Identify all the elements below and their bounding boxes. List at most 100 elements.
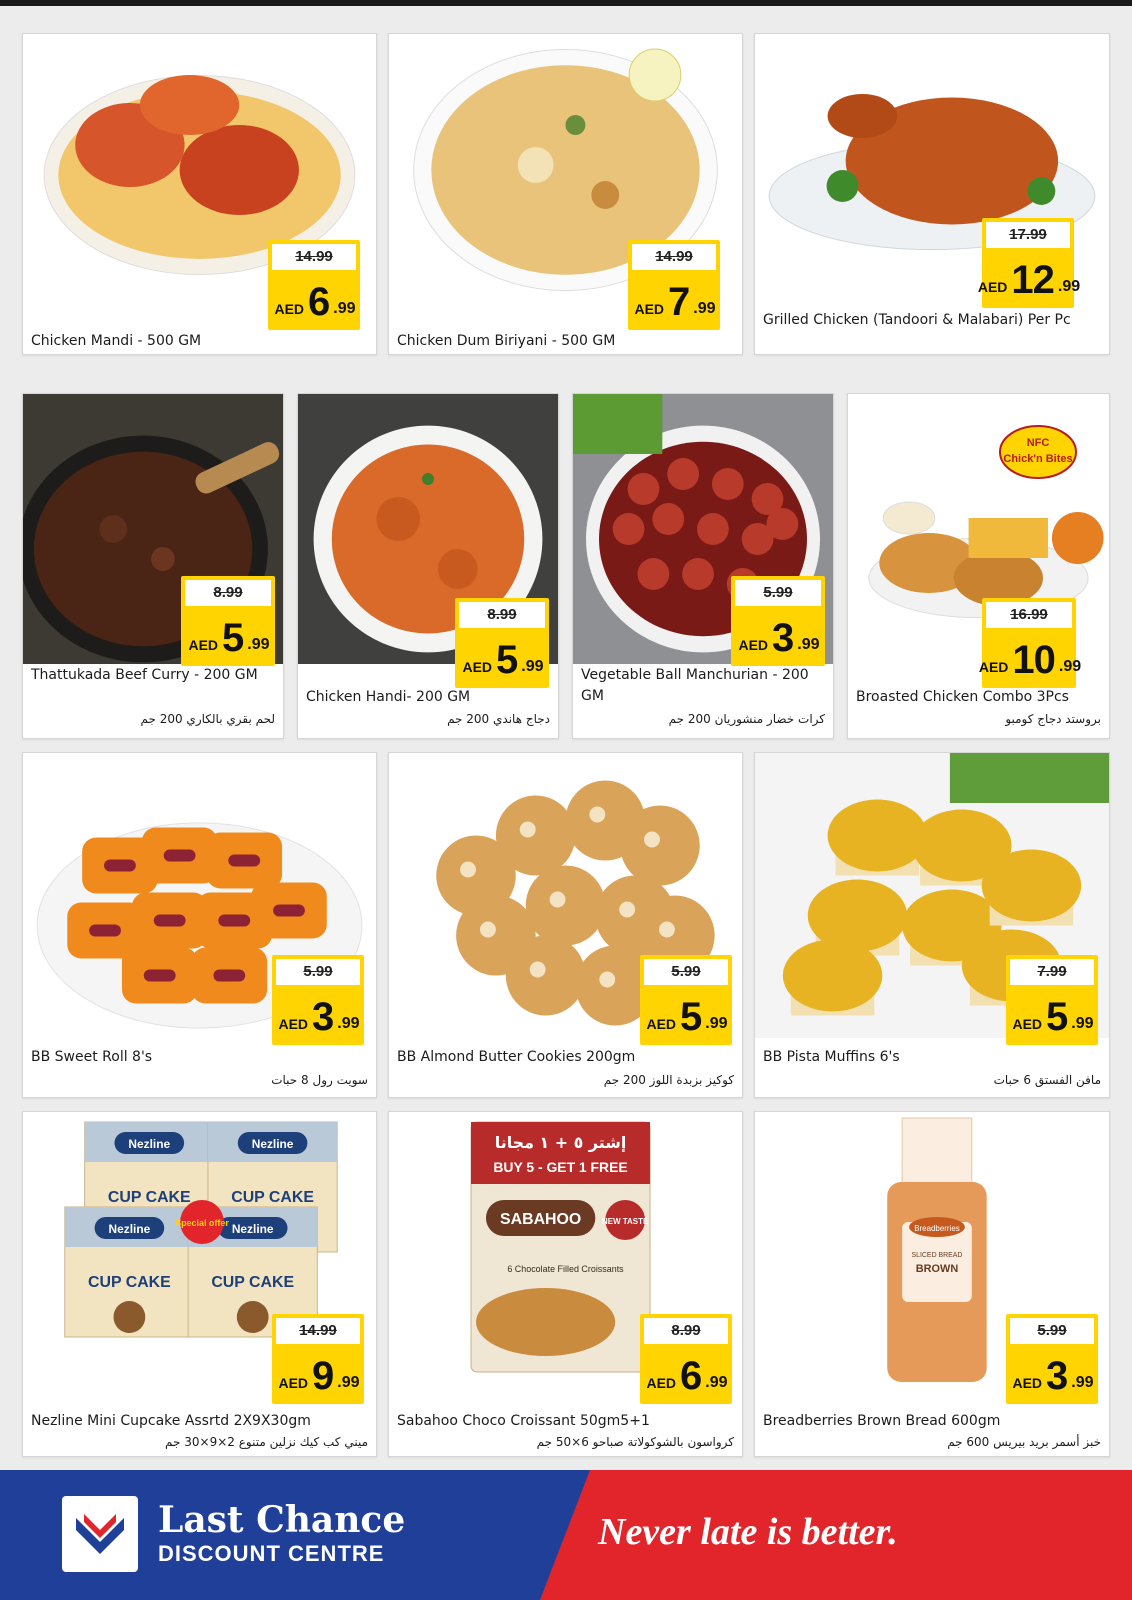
price-fraction: .99: [337, 1015, 360, 1032]
old-price: 8.99: [185, 580, 271, 606]
product-name: Thattukada Beef Curry - 200 GM: [31, 667, 258, 683]
svg-text:NEW TASTE: NEW TASTE: [602, 1217, 648, 1226]
slogan: Never late is better.: [598, 1511, 898, 1553]
product-name-arabic-row: لحم بقري بالكاري 200 جم: [31, 710, 275, 728]
old-price: 7.99: [1010, 959, 1094, 985]
price-tag: 16.99 AED 10 .99: [979, 598, 1081, 688]
product-name-arabic-row: ميني كب كيك نزلين متنوع 2×9×30 جم: [31, 1433, 368, 1451]
product-card[interactable]: Breadberries SLICED BREAD BROWN Breadberr…: [754, 1111, 1110, 1457]
svg-text:Nezline: Nezline: [128, 1137, 170, 1151]
product-name: Chicken Handi- 200 GM: [306, 689, 471, 705]
price-tag: 5.99 AED 3 .99: [272, 955, 364, 1045]
currency-label: AED: [738, 637, 769, 653]
currency-label: AED: [634, 301, 665, 317]
price-fraction: .99: [693, 300, 716, 317]
price-tag: 5.99 AED 5 .99: [640, 955, 732, 1045]
brand-badge-icon: NFC Chick'n Bites: [998, 416, 1078, 482]
product-card[interactable]: BB Almond Butter Cookies 200gm كوكيز بزبد…: [388, 752, 743, 1098]
svg-text:CUP CAKE: CUP CAKE: [108, 1189, 191, 1206]
product-name-arabic-row: كرواسون بالشوكولاتة صباحو 6×50 جم: [397, 1433, 734, 1451]
product-name-arabic: لحم بقري بالكاري 200 جم: [140, 712, 275, 726]
svg-text:Special offer: Special offer: [175, 1218, 229, 1228]
currency-label: AED: [646, 1016, 677, 1032]
svg-text:NFC: NFC: [1027, 437, 1050, 449]
price-tag: 5.99 AED 3 .99: [731, 576, 825, 666]
new-price: AED 9 .99: [278, 1354, 360, 1398]
price-whole: 3: [772, 616, 794, 660]
currency-label: AED: [278, 1375, 309, 1391]
price-whole: 5: [680, 995, 702, 1039]
product-name: Sabahoo Choco Croissant 50gm5+1: [397, 1413, 650, 1429]
price-fraction: .99: [705, 1374, 728, 1391]
svg-text:CUP CAKE: CUP CAKE: [231, 1189, 314, 1206]
old-price: 5.99: [735, 580, 821, 606]
svg-text:Breadberries: Breadberries: [914, 1224, 960, 1233]
price-tag: 5.99 AED 3 .99: [1006, 1314, 1098, 1404]
price-fraction: .99: [1071, 1015, 1094, 1032]
product-name-arabic-row: بروستد دجاج كومبو: [856, 710, 1101, 728]
price-fraction: .99: [521, 658, 544, 675]
svg-text:إشتر ٥ + ١ مجانا: إشتر ٥ + ١ مجانا: [495, 1133, 627, 1152]
old-price: 17.99: [986, 222, 1070, 248]
price-whole: 5: [222, 616, 244, 660]
footer-banner: Last Chance DISCOUNT CENTRE Never late i…: [0, 1470, 1132, 1600]
product-name-arabic-row: كرات خضار منشوريان 200 جم: [581, 710, 825, 728]
old-price: 8.99: [644, 1318, 728, 1344]
price-whole: 9: [312, 1354, 334, 1398]
product-card[interactable]: Thattukada Beef Curry - 200 GM لحم بقري ب…: [22, 393, 284, 739]
product-card[interactable]: Vegetable Ball Manchurian - 200 GM كرات خ…: [572, 393, 834, 739]
product-name-arabic: ميني كب كيك نزلين متنوع 2×9×30 جم: [165, 1435, 368, 1449]
product-name-arabic-row: مافن الفستق 6 حبات: [763, 1071, 1101, 1089]
svg-text:6 Chocolate Filled Croissants: 6 Chocolate Filled Croissants: [507, 1264, 624, 1274]
old-price: 16.99: [986, 602, 1072, 628]
product-card[interactable]: Nezline CUP CAKE Nezline CUP CAKE Nezlin…: [22, 1111, 377, 1457]
price-whole: 5: [496, 638, 518, 682]
price-fraction: .99: [333, 300, 356, 317]
currency-label: AED: [274, 301, 305, 317]
new-price: AED 6 .99: [646, 1354, 728, 1398]
new-price: AED 10 .99: [979, 638, 1081, 682]
product-name: Vegetable Ball Manchurian - 200 GM: [581, 667, 809, 704]
product-name-arabic: دجاج هاندي 200 جم: [447, 712, 550, 726]
new-price: AED 3 .99: [1012, 1354, 1094, 1398]
product-name: Nezline Mini Cupcake Assrtd 2X9X30gm: [31, 1413, 311, 1429]
price-whole: 6: [308, 280, 330, 324]
product-name: Breadberries Brown Bread 600gm: [763, 1413, 1001, 1429]
currency-label: AED: [977, 279, 1008, 295]
product-card[interactable]: BB Pista Muffins 6's مافن الفستق 6 حبات: [754, 752, 1110, 1098]
product-name: Broasted Chicken Combo 3Pcs: [856, 689, 1069, 705]
store-name-line2: DISCOUNT CENTRE: [158, 1541, 385, 1566]
currency-label: AED: [1012, 1016, 1043, 1032]
svg-text:SABAHOO: SABAHOO: [500, 1211, 581, 1228]
old-price: 5.99: [276, 959, 360, 985]
svg-text:SLICED BREAD: SLICED BREAD: [911, 1252, 962, 1259]
store-name: Last Chance DISCOUNT CENTRE: [158, 1500, 405, 1568]
svg-text:CUP CAKE: CUP CAKE: [88, 1274, 171, 1291]
price-tag: 14.99 AED 6 .99: [268, 240, 360, 330]
price-whole: 6: [680, 1354, 702, 1398]
currency-label: AED: [278, 1016, 309, 1032]
product-name-arabic: خبز أسمر بريد بيريس 600 جم: [947, 1435, 1101, 1449]
new-price: AED 5 .99: [1012, 995, 1094, 1039]
price-whole: 3: [312, 995, 334, 1039]
price-tag: 8.99 AED 5 .99: [181, 576, 275, 666]
svg-text:Chick'n Bites: Chick'n Bites: [1003, 453, 1072, 465]
price-fraction: .99: [797, 636, 820, 653]
price-tag: 8.99 AED 5 .99: [455, 598, 549, 688]
old-price: 14.99: [276, 1318, 360, 1344]
price-fraction: .99: [1071, 1374, 1094, 1391]
price-whole: 3: [1046, 1354, 1068, 1398]
product-name-arabic-row: خبز أسمر بريد بيريس 600 جم: [763, 1433, 1101, 1451]
new-price: AED 7 .99: [634, 280, 716, 324]
product-card[interactable]: إشتر ٥ + ١ مجانا BUY 5 - GET 1 FREE SABA…: [388, 1111, 743, 1457]
product-name-arabic: سويت رول 8 حبات: [271, 1073, 368, 1087]
product-name: Chicken Mandi - 500 GM: [31, 333, 202, 349]
store-logo-icon: [62, 1496, 138, 1572]
product-name-arabic-row: دجاج هاندي 200 جم: [306, 710, 550, 728]
price-fraction: .99: [705, 1015, 728, 1032]
product-name: BB Pista Muffins 6's: [763, 1049, 900, 1065]
product-card[interactable]: BB Sweet Roll 8's سويت رول 8 حبات: [22, 752, 377, 1098]
new-price: AED 5 .99: [461, 638, 545, 682]
price-whole: 10: [1012, 638, 1055, 682]
top-border: [0, 0, 1132, 6]
